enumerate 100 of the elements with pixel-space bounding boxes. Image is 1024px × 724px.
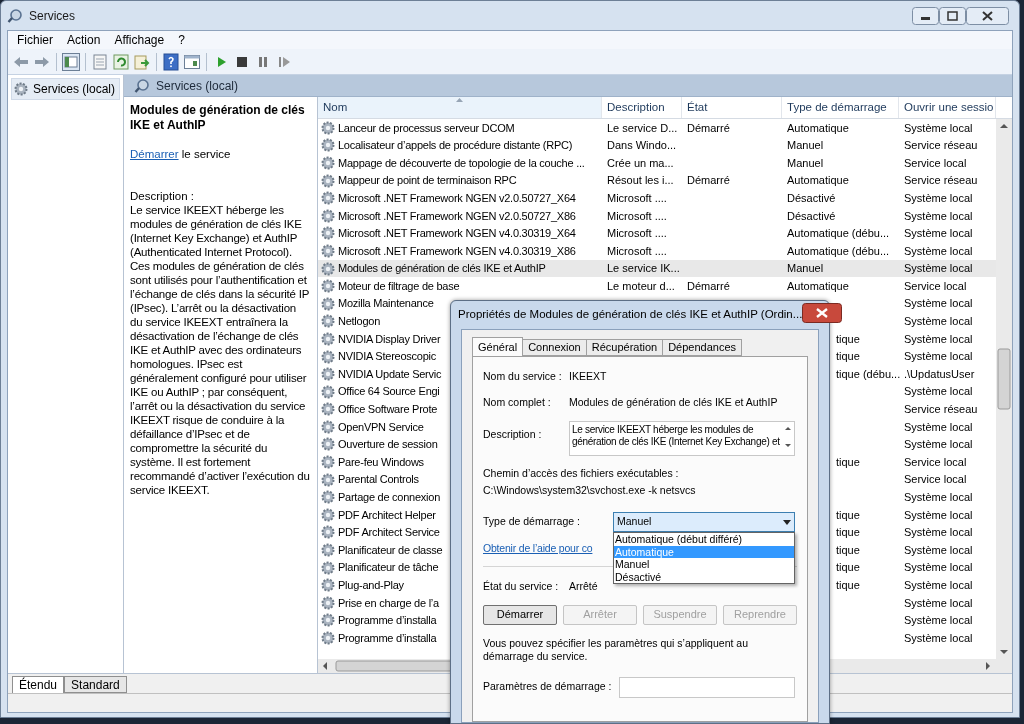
action-sentence: Démarrer le service	[130, 147, 232, 161]
window-title: Services	[29, 7, 76, 25]
startup-type-cell-text: Désactivé	[787, 190, 836, 206]
hint-text: Vous pouvez spécifier les paramètres qui s’appliquent au démarrage du service.	[483, 636, 749, 663]
logon-cell-text: Système local	[904, 613, 973, 629]
dialog-title: Propriétés de Modules de génération de clés IKE et AuthIP (Ordin...	[458, 307, 803, 323]
startup-type-cell-text: tique	[836, 349, 860, 365]
description-cell-text: Microsoft ....	[607, 226, 667, 242]
service-name-cell-text: Microsoft .NET Framework NGEN v2.0.50727_X64	[338, 190, 576, 206]
service-name-cell-text: Moteur de filtrage de base	[338, 278, 460, 294]
startup-type-cell-text: Automatique	[787, 120, 849, 136]
field-label: Description :	[483, 427, 542, 440]
description-cell-text: Résout les i...	[607, 173, 674, 189]
startup-type-cell-text: Automatique (débu...	[787, 243, 890, 259]
logon-cell-text: Système local	[904, 630, 973, 646]
service-name-cell-text: Programme d’installa	[338, 630, 437, 646]
state-cell-text: Démarré	[687, 173, 730, 189]
service-name-cell-text: Office Software Prote	[338, 402, 438, 418]
description-label: Description :	[130, 189, 195, 203]
service-name-cell-text: Plug-and-Play	[338, 578, 404, 593]
startup-type-cell-text: Automatique	[787, 173, 849, 189]
startup-type-cell-text: tique	[836, 560, 860, 576]
logon-cell-text: Service local	[904, 278, 967, 294]
pane-title: Services (local)	[156, 77, 239, 95]
description-cell-text: Crée un ma...	[607, 155, 674, 171]
service-title: Modules de génération de clés IKE et AuthIP	[130, 103, 306, 133]
service-name-cell-text: Planificateur de classe	[338, 542, 443, 558]
logon-cell-text: Système local	[904, 331, 973, 347]
startup-type-cell-text: tique	[836, 507, 860, 523]
description-cell-text: Le service D...	[607, 120, 678, 136]
logon-cell-text: Système local	[904, 419, 973, 435]
startup-type-cell-text: Désactivé	[787, 208, 836, 224]
path-value: C:\Windows\system32\svchost.exe -k netsvcs	[483, 483, 697, 499]
logon-cell-text: Système local	[904, 525, 973, 541]
logon-cell-text: Système local	[904, 226, 973, 242]
service-name-cell-text: Office 64 Source Engi	[338, 384, 440, 400]
field-label: Nom du service :	[483, 370, 562, 382]
display-name-value: Modules de génération de clés IKE et AuthIP	[569, 394, 778, 410]
logon-cell-text: Système local	[904, 384, 973, 400]
logon-cell-text: Service réseau	[904, 402, 978, 418]
service-name-cell-text: NVIDIA Display Driver	[338, 331, 441, 347]
service-name-value: IKEEXT	[569, 369, 607, 384]
description-cell-text: Microsoft ....	[607, 190, 667, 206]
service-name-cell-text: Mozilla Maintenance	[338, 296, 434, 312]
service-name-cell-text: OpenVPN Service	[338, 419, 424, 435]
startup-type-cell-text: Manuel	[787, 138, 824, 154]
service-name-cell-text: Microsoft .NET Framework NGEN v4.0.30319_X86	[338, 243, 576, 259]
logon-cell-text: Système local	[904, 349, 973, 365]
service-name-cell-text: Microsoft .NET Framework NGEN v2.0.50727_X86	[338, 208, 576, 224]
logon-cell-text: Service réseau	[904, 173, 978, 189]
service-name-cell-text: NVIDIA Update Servic	[338, 366, 442, 382]
service-name-cell-text: Pare-feu Windows	[338, 454, 424, 470]
service-name-cell-text: PDF Architect Helper	[338, 507, 436, 523]
service-name-cell-text: Mappage de découverte de topologie de la couche ...	[338, 155, 585, 171]
startup-type-cell-text: Manuel	[787, 155, 824, 171]
state-cell-text: Démarré	[687, 120, 730, 136]
logon-cell-text: Système local	[904, 296, 973, 312]
state-cell-text: Démarré	[687, 278, 730, 294]
description-cell-text: Microsoft ....	[607, 243, 667, 259]
service-status: Arrêté	[569, 578, 598, 594]
startup-type-cell-text: Automatique	[787, 278, 849, 294]
logon-cell-text: Système local	[904, 437, 973, 453]
service-name-cell-text: Mappeur de point de terminaison RPC	[338, 173, 517, 189]
startup-type-cell-text: tique	[836, 331, 860, 347]
startup-type-cell-text: tique	[836, 454, 860, 470]
service-name-cell-text: Microsoft .NET Framework NGEN v4.0.30319_X64	[338, 226, 576, 242]
logon-cell-text: Système local	[904, 595, 973, 611]
logon-cell-text: Service local	[904, 472, 967, 488]
logon-cell-text: Système local	[904, 578, 973, 593]
description-text: Le service IKEEXT héberge les modules de génération de clés IKE (Internet Key Exchange) et AuthIP (Authenticated Internet Protocol). Ces modules de génération de clés sont utilisés pour l’authentification et l’échange de clés dans la sécurité IP (IPsec). L’arrêt ou la désactivation du service IKEEXT entraînera la désactivation de l’échange de clés IKE et AuthIP avec des ordinateurs homologues. IPsec est généralement configuré pour utiliser IKE ou AuthIP ; par conséquent, l’arrêt ou la désactivation du service IKEEXT risque de conduire à la défaillance d’IPsec et de compromettre la sécurité du système. Il est fortement recommandé d’activer l’exécution du service IKEEXT.	[130, 203, 311, 497]
service-name-cell-text: NVIDIA Stereoscopic	[338, 349, 436, 365]
service-name-cell-text: Modules de génération de clés IKE et AuthIP	[338, 261, 546, 277]
service-name-cell-text: Planificateur de tâche	[338, 560, 439, 576]
logon-cell-text: Service local	[904, 155, 967, 171]
description-cell-text: Dans Windo...	[607, 138, 677, 154]
service-name-cell-text: Lanceur de processus serveur DCOM	[338, 120, 515, 136]
description-cell-text: Le service IK...	[607, 261, 680, 277]
service-name-cell-text: Partage de connexion	[338, 490, 441, 505]
logon-cell-text: Service réseau	[904, 138, 978, 154]
startup-type-cell-text: tique	[836, 525, 860, 541]
description-cell-text: Microsoft ....	[607, 208, 667, 224]
field-label: Type de démarrage :	[483, 515, 580, 528]
logon-cell-text: Système local	[904, 542, 973, 558]
field-label: État du service :	[483, 579, 559, 592]
logon-cell-text: Système local	[904, 208, 973, 224]
service-name-cell-text: PDF Architect Service	[338, 525, 440, 541]
service-name-cell-text: Localisateur d’appels de procédure distante (RPC)	[338, 138, 573, 154]
startup-type-cell-text: Automatique (débu...	[787, 226, 890, 242]
description-cell-text: Le moteur d...	[607, 278, 675, 294]
logon-cell-text: Système local	[904, 120, 973, 136]
field-label: Paramètres de démarrage :	[483, 680, 612, 693]
logon-cell-text: Système local	[904, 314, 973, 330]
logon-cell-text: Service local	[904, 454, 967, 470]
logon-cell-text: Système local	[904, 490, 973, 505]
logon-cell-text: Système local	[904, 507, 973, 523]
service-name-cell-text: Netlogon	[338, 314, 381, 330]
path-label: Chemin d’accès des fichiers exécutables :	[483, 465, 680, 481]
startup-type-cell-text: tique	[836, 578, 860, 593]
service-name-cell-text: Parental Controls	[338, 472, 419, 488]
field-label: Nom complet :	[483, 395, 551, 408]
